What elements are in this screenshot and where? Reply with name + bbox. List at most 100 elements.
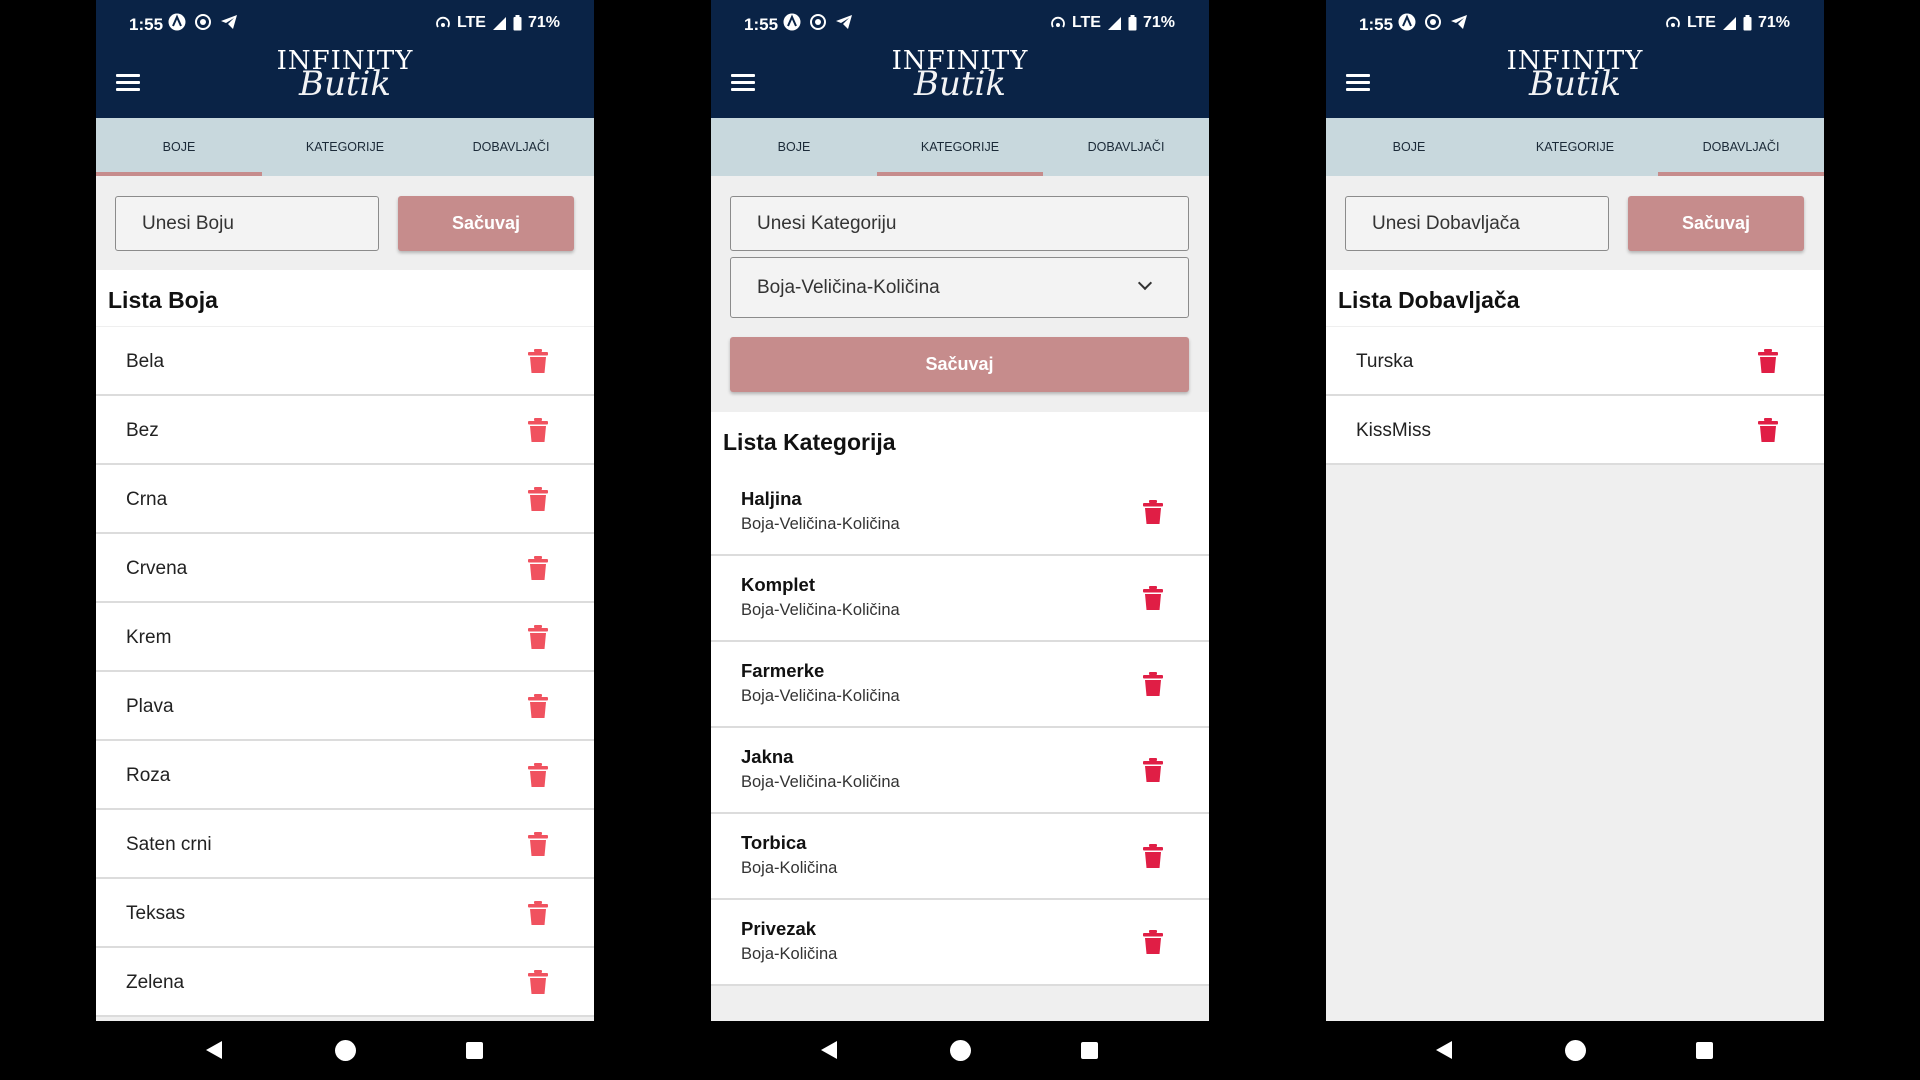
list-item: KissMiss: [1326, 396, 1824, 465]
delete-icon[interactable]: [1143, 844, 1163, 868]
list-item-label: Krem: [126, 627, 172, 648]
recents-icon[interactable]: [1081, 1042, 1098, 1059]
delete-icon[interactable]: [528, 349, 548, 373]
tab-dobavljaci[interactable]: DOBAVLJAČI: [1658, 118, 1824, 176]
list-item-label: KissMiss: [1356, 420, 1431, 441]
category-name: Haljina: [741, 488, 802, 509]
tab-boje[interactable]: BOJE: [96, 118, 262, 176]
list-title: Lista Dobavljača: [1338, 287, 1520, 313]
delete-icon[interactable]: [1143, 586, 1163, 610]
telegram-icon: [221, 15, 237, 29]
list-header: Lista Dobavljača: [1326, 270, 1824, 326]
delete-icon[interactable]: [528, 418, 548, 442]
delete-icon[interactable]: [1143, 930, 1163, 954]
category-type: Boja-Veličina-Količina: [741, 773, 900, 791]
list-item: Crvena: [96, 534, 594, 603]
hotspot-icon: [436, 16, 450, 28]
list-item: Bela: [96, 327, 594, 396]
status-bar: 1:55 LTE 71%: [1326, 0, 1824, 50]
battery-level: 71%: [1757, 14, 1790, 31]
list-item-label: Saten crni: [126, 834, 212, 855]
list-item: Torbica Boja-Količina: [711, 814, 1209, 900]
network-type: LTE: [456, 14, 486, 31]
list-item: Teksas: [96, 879, 594, 948]
phone-screen-categories: 1:55 LTE 71% INFINITY Butik BOJE KATEGOR…: [711, 0, 1209, 1080]
signal-icon: [1107, 16, 1121, 30]
tab-bar: BOJE KATEGORIJE DOBAVLJAČI: [1326, 118, 1824, 176]
target-icon: [195, 14, 211, 30]
notification-a-icon: [1398, 13, 1416, 31]
category-name: Jakna: [741, 746, 794, 767]
delete-icon[interactable]: [528, 901, 548, 925]
tab-dobavljaci[interactable]: DOBAVLJAČI: [428, 118, 594, 176]
list-item: Crna: [96, 465, 594, 534]
status-bar: 1:55 LTE 71%: [711, 0, 1209, 50]
delete-icon[interactable]: [528, 556, 548, 580]
battery-level: 71%: [527, 14, 560, 31]
delete-icon[interactable]: [528, 832, 548, 856]
category-name: Torbica: [741, 832, 807, 853]
recents-icon[interactable]: [1696, 1042, 1713, 1059]
home-icon[interactable]: [950, 1040, 971, 1061]
hotspot-icon: [1666, 16, 1680, 28]
list-item-label: Plava: [126, 696, 174, 717]
home-icon[interactable]: [1565, 1040, 1586, 1061]
category-type: Boja-Količina: [741, 945, 838, 963]
save-button[interactable]: Sačuvaj: [1628, 196, 1804, 251]
list-header: Lista Boja: [96, 270, 594, 326]
target-icon: [810, 14, 826, 30]
delete-icon[interactable]: [1143, 500, 1163, 524]
category-input[interactable]: Unesi Kategoriju: [730, 196, 1189, 251]
app-bar: INFINITY Butik: [1326, 46, 1824, 118]
tab-boje[interactable]: BOJE: [711, 118, 877, 176]
tab-kategorije[interactable]: KATEGORIJE: [877, 118, 1043, 176]
list-title: Lista Kategorija: [723, 429, 896, 455]
network-type: LTE: [1071, 14, 1101, 31]
save-button[interactable]: Sačuvaj: [730, 337, 1189, 392]
list-item: Plava: [96, 672, 594, 741]
list-item: Haljina Boja-Veličina-Količina: [711, 470, 1209, 556]
app-bar: INFINITY Butik: [711, 46, 1209, 118]
phone-screen-colors: 1:55 LTE 71% INFINITY Butik BOJE KATEGOR…: [96, 0, 594, 1080]
hotspot-icon: [1051, 16, 1065, 28]
delete-icon[interactable]: [1143, 758, 1163, 782]
notification-a-icon: [783, 13, 801, 31]
delete-icon[interactable]: [1758, 349, 1778, 373]
screen: 1:55 LTE 71% INFINITY Butik BOJE KATEGOR…: [96, 0, 594, 1021]
home-icon[interactable]: [335, 1040, 356, 1061]
recents-icon[interactable]: [466, 1042, 483, 1059]
list-item-label: Zelena: [126, 972, 185, 993]
target-icon: [1425, 14, 1441, 30]
list-item: Saten crni: [96, 810, 594, 879]
delete-icon[interactable]: [1758, 418, 1778, 442]
supplier-input[interactable]: Unesi Dobavljača: [1345, 196, 1609, 251]
tab-kategorije[interactable]: KATEGORIJE: [262, 118, 428, 176]
save-button[interactable]: Sačuvaj: [398, 196, 574, 251]
screen: 1:55 LTE 71% INFINITY Butik BOJE KATEGOR…: [1326, 0, 1824, 1021]
tab-bar: BOJE KATEGORIJE DOBAVLJAČI: [711, 118, 1209, 176]
delete-icon[interactable]: [528, 694, 548, 718]
status-time: 1:55: [1359, 15, 1394, 34]
list-item-label: Turska: [1356, 351, 1414, 372]
category-name: Komplet: [741, 574, 815, 595]
delete-icon[interactable]: [528, 763, 548, 787]
back-icon[interactable]: [821, 1041, 837, 1059]
status-time: 1:55: [744, 15, 779, 34]
tab-boje[interactable]: BOJE: [1326, 118, 1492, 176]
list-item: Privezak Boja-Količina: [711, 900, 1209, 986]
delete-icon[interactable]: [528, 625, 548, 649]
screen: 1:55 LTE 71% INFINITY Butik BOJE KATEGOR…: [711, 0, 1209, 1021]
color-input[interactable]: Unesi Boju: [115, 196, 379, 251]
list-item: Jakna Boja-Veličina-Količina: [711, 728, 1209, 814]
battery-level: 71%: [1142, 14, 1175, 31]
tab-kategorije[interactable]: KATEGORIJE: [1492, 118, 1658, 176]
back-icon[interactable]: [1436, 1041, 1452, 1059]
select-value: Boja-Veličina-Količina: [757, 276, 940, 298]
tab-dobavljaci[interactable]: DOBAVLJAČI: [1043, 118, 1209, 176]
back-icon[interactable]: [206, 1041, 222, 1059]
delete-icon[interactable]: [528, 970, 548, 994]
delete-icon[interactable]: [528, 487, 548, 511]
delete-icon[interactable]: [1143, 672, 1163, 696]
category-type-select[interactable]: Boja-Veličina-Količina: [730, 257, 1189, 318]
tab-bar: BOJE KATEGORIJE DOBAVLJAČI: [96, 118, 594, 176]
